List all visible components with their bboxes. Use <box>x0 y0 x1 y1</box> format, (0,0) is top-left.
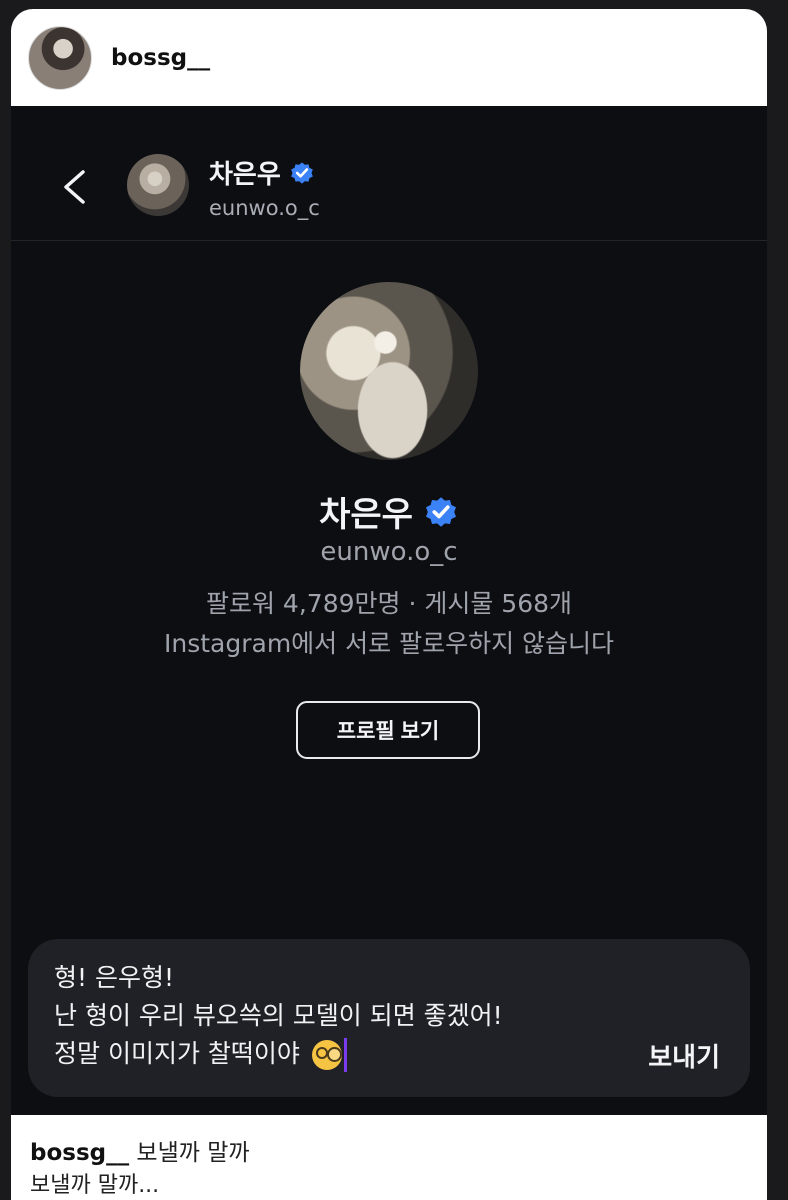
story-frame: bossg__ 차은우 eunwo.o_c 차은우 eunwo.o_c 팔로워 … <box>11 9 767 1200</box>
text-cursor <box>343 1038 347 1072</box>
header-name[interactable]: 차은우 <box>209 154 315 191</box>
header-name-text: 차은우 <box>209 160 281 190</box>
profile-stats: 팔로워 4,789만명 · 게시물 568개 <box>205 589 573 618</box>
verified-badge-icon <box>425 496 456 527</box>
send-button[interactable]: 보내기 <box>648 1037 720 1074</box>
story-avatar[interactable] <box>28 25 92 90</box>
profile-name-text: 차은우 <box>319 495 413 535</box>
profile-name: 차은우 <box>11 487 767 536</box>
monocle-face-emoji-icon <box>311 1040 342 1070</box>
caption-text: 보낼까 말까 <box>136 1140 250 1166</box>
caption-line-1: bossg__ 보낼까 말까 <box>30 1133 250 1167</box>
profile-avatar[interactable] <box>300 282 478 460</box>
header-avatar[interactable] <box>127 154 189 216</box>
dm-header: 차은우 eunwo.o_c <box>11 106 767 241</box>
header-handle: eunwo.o_c <box>209 196 320 220</box>
message-input[interactable]: 형! 은우형! 난 형이 우리 뷰오쓱의 모델이 되면 좋겠어! 정말 이미지가… <box>54 959 614 1073</box>
mutual-follow-note: Instagram에서 서로 팔로우하지 않습니다 <box>163 629 615 658</box>
caption-line-2: 보낼까 말까... <box>30 1173 160 1198</box>
story-caption: bossg__ 보낼까 말까 보낼까 말까... <box>11 1115 767 1200</box>
message-line-3-text: 정말 이미지가 찰떡이야 <box>54 1039 300 1068</box>
view-profile-button[interactable]: 프로필 보기 <box>296 701 480 759</box>
message-composer[interactable]: 형! 은우형! 난 형이 우리 뷰오쓱의 모델이 되면 좋겠어! 정말 이미지가… <box>28 939 750 1097</box>
caption-username[interactable]: bossg__ <box>30 1140 129 1166</box>
message-line-1: 형! 은우형! <box>54 963 174 992</box>
story-header: bossg__ <box>11 9 767 106</box>
back-chevron-icon[interactable] <box>61 170 87 204</box>
story-username[interactable]: bossg__ <box>111 45 210 71</box>
verified-badge-icon <box>290 161 313 184</box>
profile-handle: eunwo.o_c <box>320 537 458 567</box>
message-line-2: 난 형이 우리 뷰오쓱의 모델이 되면 좋겠어! <box>54 1001 503 1030</box>
message-line-3: 정말 이미지가 찰떡이야 <box>54 1035 614 1073</box>
